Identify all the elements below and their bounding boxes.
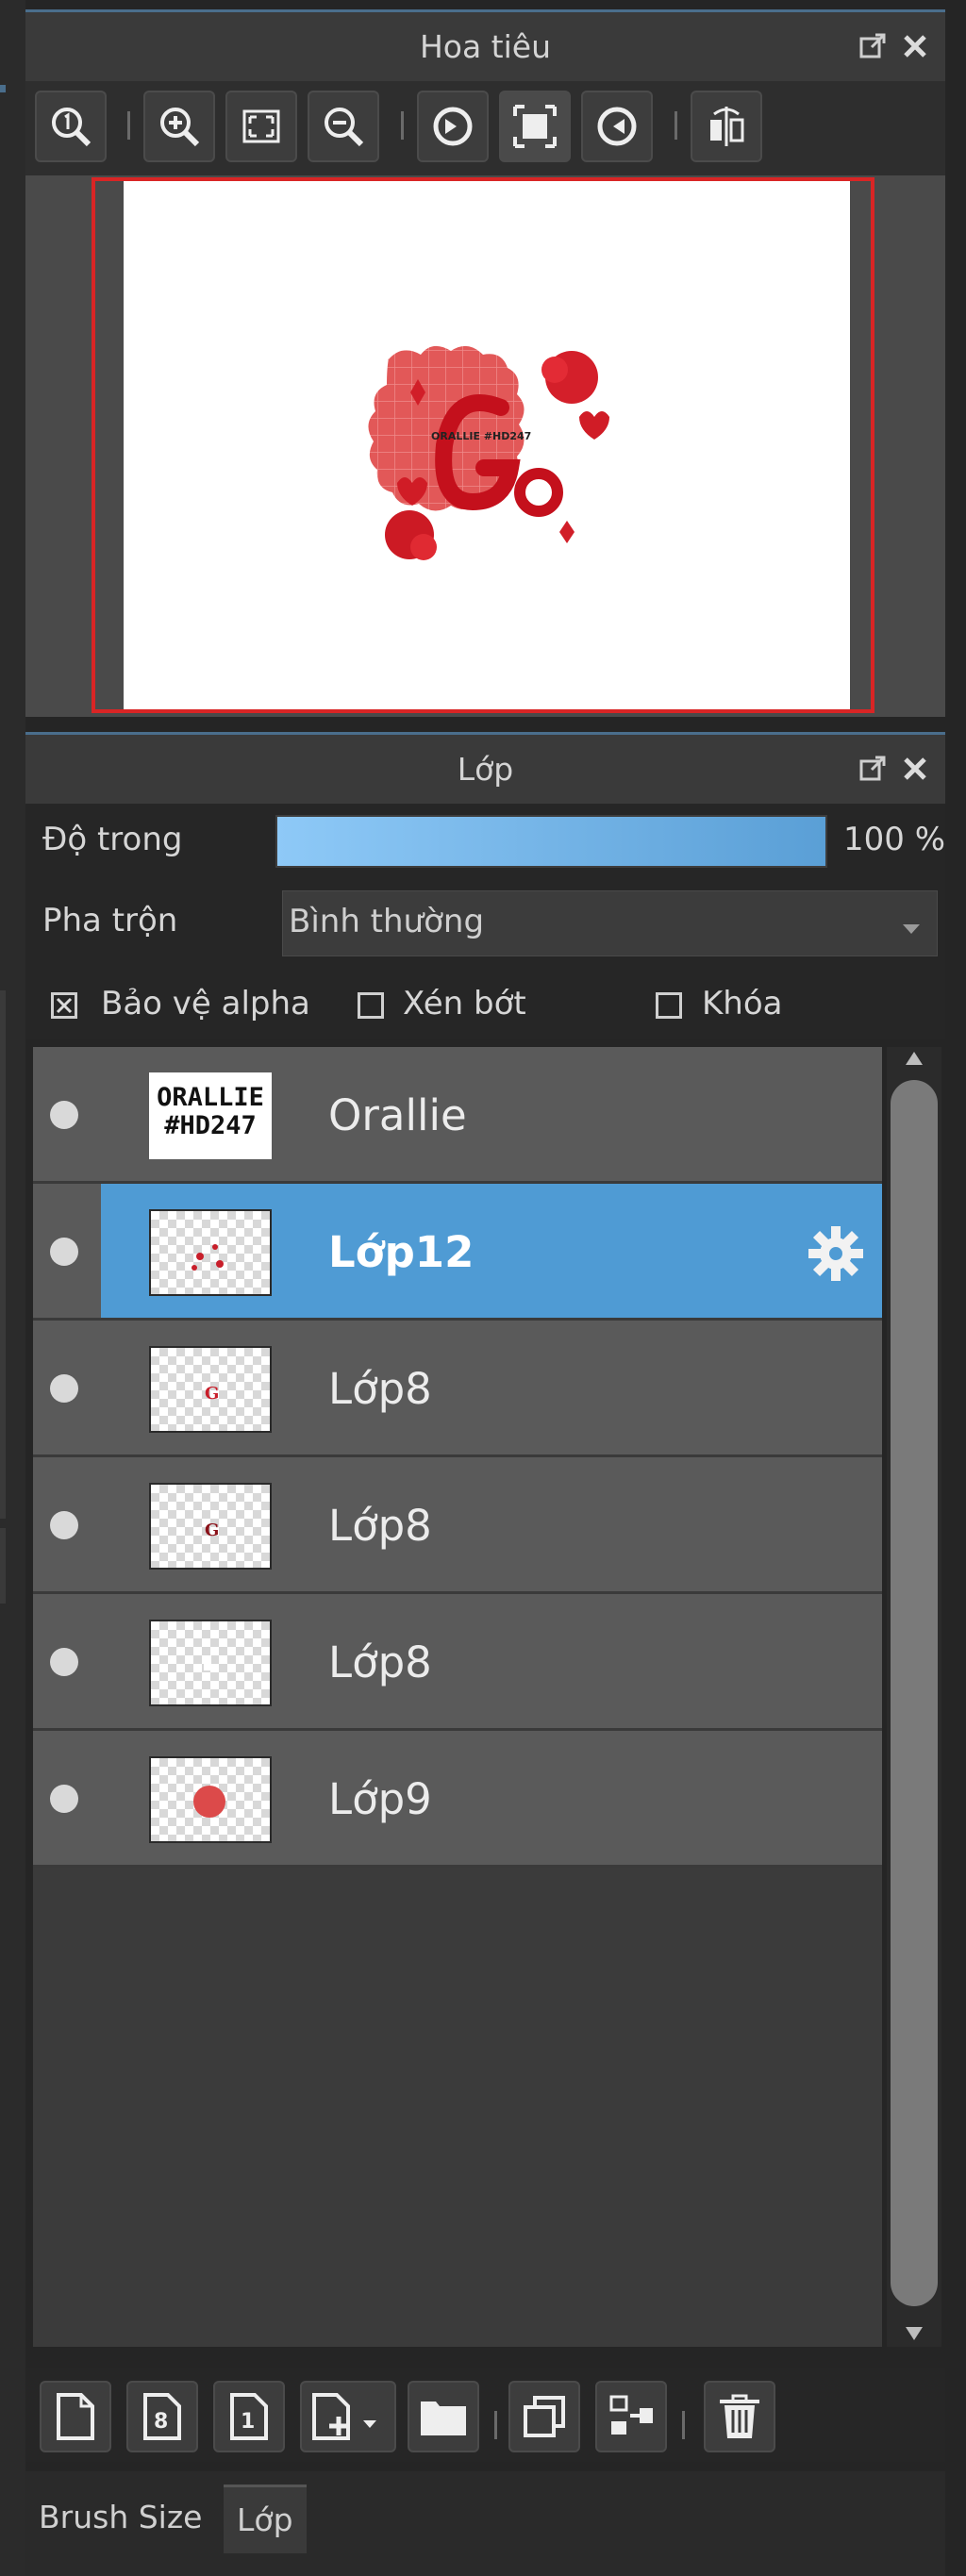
fit-screen-icon[interactable] bbox=[225, 91, 297, 162]
opacity-label: Độ trong bbox=[42, 821, 183, 858]
layer-thumbnail bbox=[149, 1756, 272, 1843]
layer-thumbnail: ORALLIE #HD247 bbox=[149, 1072, 272, 1159]
navigator-toolbar bbox=[25, 81, 945, 175]
bottom-tabs: Brush Size Lớp bbox=[25, 2471, 945, 2576]
toolbar-separator bbox=[127, 111, 130, 140]
layer-thumbnail: G bbox=[149, 1483, 272, 1570]
navigator-panel-header: Hoa tiêu bbox=[25, 9, 945, 81]
lock-label: Khóa bbox=[702, 985, 783, 1022]
close-icon[interactable] bbox=[898, 29, 932, 63]
layer-row[interactable]: G Lớp8 bbox=[33, 1457, 882, 1594]
opacity-slider[interactable] bbox=[275, 815, 827, 868]
clipping-checkbox[interactable] bbox=[358, 992, 384, 1019]
layers-title: Lớp bbox=[457, 751, 514, 788]
layer-name: Lớp8 bbox=[328, 1637, 432, 1687]
duplicate-layer-icon[interactable] bbox=[508, 2381, 580, 2452]
canvas-preview: ORALLIE #HD247 bbox=[124, 181, 850, 709]
blend-mode-value: Bình thường bbox=[289, 903, 485, 940]
visibility-toggle[interactable] bbox=[50, 1374, 78, 1403]
blend-label: Pha trộn bbox=[42, 902, 178, 939]
layer-thumbnail bbox=[149, 1209, 272, 1296]
toolbar-separator bbox=[494, 2411, 497, 2439]
navigator-preview[interactable]: ORALLIE #HD247 bbox=[25, 175, 945, 717]
visibility-toggle[interactable] bbox=[50, 1238, 78, 1266]
layer-name: Lớp12 bbox=[328, 1227, 475, 1277]
svg-text:8: 8 bbox=[154, 2410, 168, 2434]
layers-panel-header: Lớp bbox=[25, 732, 945, 804]
delete-layer-icon[interactable] bbox=[704, 2381, 775, 2452]
visibility-toggle[interactable] bbox=[50, 1785, 78, 1813]
visibility-toggle[interactable] bbox=[50, 1511, 78, 1539]
svg-text:G: G bbox=[205, 1384, 219, 1404]
opacity-value: 100 % bbox=[842, 821, 945, 858]
zoom-actual-icon[interactable] bbox=[35, 91, 107, 162]
visibility-toggle[interactable] bbox=[50, 1101, 78, 1129]
clipping-label: Xén bớt bbox=[403, 985, 526, 1022]
zoom-out-icon[interactable] bbox=[308, 91, 379, 162]
lock-checkbox[interactable] bbox=[656, 992, 682, 1019]
left-edge-strip bbox=[0, 0, 25, 2576]
layer-list: ORALLIE #HD247 Orallie Lớp12 G Lớp8 G Lớ… bbox=[33, 1047, 882, 2347]
layer-row-selected[interactable]: Lớp12 bbox=[33, 1184, 882, 1321]
layer-name: Lớp8 bbox=[328, 1501, 432, 1551]
scroll-down-icon[interactable] bbox=[906, 2326, 923, 2344]
svg-text:1: 1 bbox=[241, 2410, 255, 2434]
popout-icon[interactable] bbox=[856, 752, 890, 786]
fit-canvas-icon[interactable] bbox=[499, 91, 571, 162]
new-1bit-layer-icon[interactable]: 1 bbox=[213, 2381, 285, 2452]
toolbar-separator bbox=[401, 111, 404, 140]
rotate-right-icon[interactable] bbox=[581, 91, 653, 162]
layer-row[interactable]: G Lớp8 bbox=[33, 1321, 882, 1457]
toolbar-separator bbox=[675, 111, 677, 140]
layer-properties: Độ trong 100 % Pha trộn Bình thường Bảo … bbox=[25, 804, 945, 1039]
scroll-up-icon[interactable] bbox=[906, 1051, 923, 1069]
scroll-thumb[interactable] bbox=[891, 1080, 938, 2306]
layer-thumbnail bbox=[149, 1620, 272, 1706]
visibility-toggle[interactable] bbox=[50, 1648, 78, 1676]
layer-row[interactable]: Lớp8 bbox=[33, 1594, 882, 1731]
svg-text:G: G bbox=[205, 1521, 219, 1540]
view-frame[interactable]: ORALLIE #HD247 bbox=[92, 177, 874, 713]
zoom-in-icon[interactable] bbox=[143, 91, 215, 162]
layer-name: Lớp9 bbox=[328, 1774, 432, 1824]
layer-list-scrollbar[interactable] bbox=[887, 1047, 941, 2347]
new-layer-icon[interactable] bbox=[40, 2381, 111, 2452]
layer-name: Orallie bbox=[328, 1090, 467, 1140]
close-icon[interactable] bbox=[898, 752, 932, 786]
merge-down-icon[interactable] bbox=[595, 2381, 667, 2452]
protect-alpha-label: Bảo vệ alpha bbox=[101, 985, 310, 1022]
artwork-preview: ORALLIE #HD247 bbox=[368, 345, 609, 560]
rotate-left-icon[interactable] bbox=[417, 91, 489, 162]
layer-name: Lớp8 bbox=[328, 1364, 432, 1414]
layer-actions-toolbar: 8 1 bbox=[25, 2368, 945, 2462]
blend-mode-select[interactable]: Bình thường bbox=[282, 890, 938, 956]
gear-icon[interactable] bbox=[807, 1224, 865, 1287]
tab-brush-size[interactable]: Brush Size bbox=[25, 2485, 215, 2551]
navigator-title: Hoa tiêu bbox=[419, 28, 552, 65]
new-folder-icon[interactable] bbox=[408, 2381, 479, 2452]
flip-horizontal-icon[interactable] bbox=[691, 91, 762, 162]
new-8bit-layer-icon[interactable]: 8 bbox=[126, 2381, 198, 2452]
protect-alpha-checkbox[interactable] bbox=[51, 992, 77, 1019]
layer-thumbnail: G bbox=[149, 1346, 272, 1433]
tab-layers[interactable]: Lớp bbox=[224, 2485, 307, 2553]
layer-row[interactable]: ORALLIE #HD247 Orallie bbox=[33, 1047, 882, 1184]
popout-icon[interactable] bbox=[856, 29, 890, 63]
layer-row[interactable]: Lớp9 bbox=[33, 1731, 882, 1868]
preview-watermark: ORALLIE #HD247 bbox=[431, 430, 531, 442]
toolbar-separator bbox=[682, 2411, 685, 2439]
chevron-down-icon bbox=[903, 920, 920, 938]
thumbnail-text: ORALLIE #HD247 bbox=[157, 1083, 264, 1140]
add-layer-menu-icon[interactable] bbox=[300, 2381, 396, 2452]
